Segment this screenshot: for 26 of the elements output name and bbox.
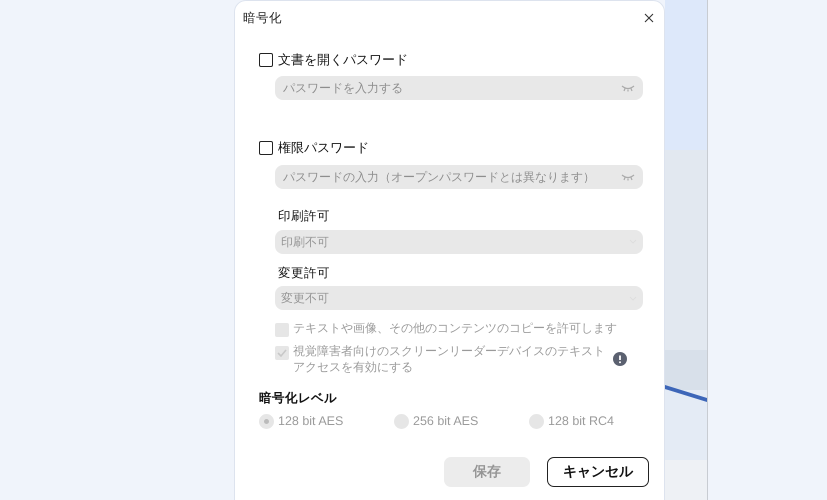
password-field[interactable]: パスワードの入力（オープンパスワードとは異なります） — [275, 164, 643, 189]
checkbox-label: 権限パスワード — [278, 139, 369, 158]
checkbox-label: 文書を開くパスワード — [278, 50, 408, 69]
dropdown-field[interactable]: 変更不可 — [275, 286, 643, 310]
dropdown-field[interactable]: 印刷不可 — [275, 230, 643, 254]
radio-button[interactable] — [259, 414, 274, 429]
field-label: 変更許可 — [278, 264, 331, 282]
close-icon[interactable] — [644, 13, 654, 24]
password-field[interactable]: パスワードを入力する — [275, 76, 643, 100]
radio-label: 256 bit AES — [413, 413, 478, 430]
radio-label: 128 bit AES — [278, 413, 344, 430]
eye-closed-icon[interactable] — [621, 172, 635, 181]
option-label: テキストや画像、その他のコンテンツのコピーを許可します — [293, 320, 618, 336]
checkbox[interactable] — [259, 52, 273, 66]
option-label: 視覚障害者向けのスクリーンリーダーデバイスのテキストアクセスを有効にする — [293, 343, 606, 376]
checkbox[interactable] — [275, 346, 289, 360]
field-label: 印刷許可 — [278, 208, 331, 225]
radio-label: 128 bit RC4 — [548, 413, 614, 430]
checkbox[interactable] — [275, 323, 289, 338]
cancel-button[interactable]: キャンセル — [547, 456, 649, 487]
dialog-title: 暗号化 — [243, 10, 282, 27]
eye-closed-icon[interactable] — [621, 84, 635, 92]
radio-button[interactable] — [394, 414, 409, 429]
section-heading: 暗号化レベル — [259, 390, 338, 408]
radio-button[interactable] — [529, 414, 544, 429]
checkbox[interactable] — [259, 141, 273, 155]
